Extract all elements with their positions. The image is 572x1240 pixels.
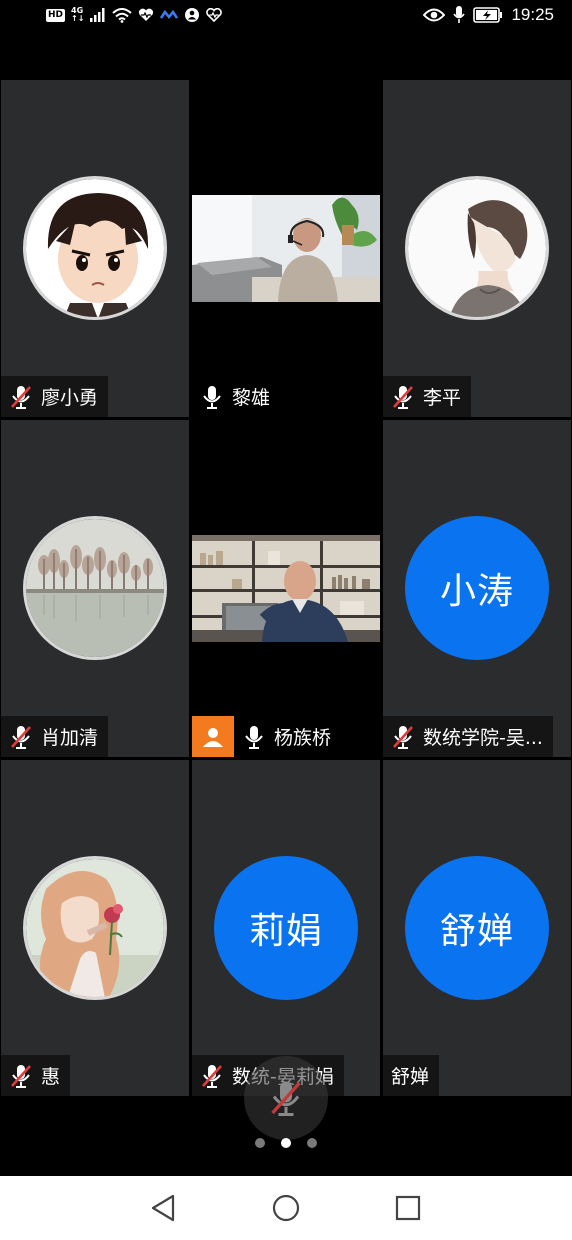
muted-microphone-icon	[393, 725, 413, 749]
battery-charging-icon	[473, 7, 503, 23]
microphone-icon	[203, 385, 221, 409]
participant-tile[interactable]: 莉娟 数统-晏莉娟	[192, 760, 380, 1096]
participant-name-label: 数统学院-吴...	[383, 716, 553, 757]
participant-name: 舒婵	[391, 1066, 430, 1088]
participant-grid: 廖小勇 黎雄 李平 肖加清 杨族桥 小涛 数统学院-吴... 惠 莉娟 舒婵 舒…	[0, 80, 572, 1097]
participant-name-label: 舒婵	[383, 1055, 440, 1096]
eye-icon	[423, 8, 446, 22]
muted-microphone-icon	[11, 725, 31, 749]
page-dot[interactable]	[255, 1138, 265, 1148]
health-heart-icon	[139, 8, 154, 21]
anime-boy-avatar	[405, 176, 549, 320]
participant-name-label: 李平	[383, 376, 472, 417]
mute-toggle-button[interactable]	[244, 1056, 328, 1140]
initials-avatar: 舒婵	[405, 856, 549, 1000]
participant-name-label: 廖小勇	[1, 376, 109, 417]
microphone-status-icon	[453, 6, 466, 23]
participant-name: 杨族桥	[274, 727, 332, 749]
muted-microphone-icon	[202, 1064, 222, 1088]
signal-icon	[90, 8, 105, 22]
back-icon[interactable]	[147, 1192, 179, 1224]
person-icon	[203, 727, 223, 747]
microphone-icon	[245, 725, 263, 749]
lake-trees-avatar	[23, 516, 167, 660]
muted-microphone-icon	[11, 1064, 31, 1088]
participant-tile[interactable]: 李平	[383, 80, 571, 417]
participant-name-label: 惠	[1, 1055, 71, 1096]
participant-tile[interactable]: 惠	[1, 760, 189, 1096]
muted-microphone-icon	[11, 385, 31, 409]
participant-tile[interactable]: 小涛 数统学院-吴...	[383, 420, 571, 757]
participant-tile[interactable]: 舒婵 舒婵	[383, 760, 571, 1096]
participant-name: 黎雄	[232, 387, 271, 409]
network-type: 4G ↑↓	[71, 6, 85, 23]
participant-name: 廖小勇	[41, 387, 99, 409]
participant-name-label: 肖加清	[1, 716, 109, 757]
muted-microphone-icon	[393, 385, 413, 409]
recent-apps-icon[interactable]	[392, 1192, 424, 1224]
clock: 19:25	[511, 5, 554, 24]
host-badge	[192, 716, 234, 757]
bald-man-bookshelf-video	[192, 535, 380, 642]
wifi-icon	[112, 7, 133, 23]
participant-name: 肖加清	[41, 727, 99, 749]
app-logo-icon	[160, 10, 179, 20]
status-bar: HD 4G ↑↓ 19:25	[0, 0, 572, 30]
initials-avatar: 小涛	[405, 516, 549, 660]
participant-name: 李平	[423, 387, 462, 409]
participant-name-label: 杨族桥	[234, 716, 341, 757]
cartoon-boy-avatar	[23, 176, 167, 320]
participant-tile[interactable]: 廖小勇	[1, 80, 189, 417]
participant-name: 数统学院-吴...	[423, 727, 543, 749]
initials-avatar: 莉娟	[214, 856, 358, 1000]
page-dot[interactable]	[307, 1138, 317, 1148]
page-indicator	[0, 1138, 572, 1148]
heart-monitor-icon	[206, 8, 223, 22]
participant-name-label: 黎雄	[192, 376, 280, 417]
system-navigation-bar	[0, 1176, 572, 1240]
home-icon[interactable]	[270, 1192, 302, 1224]
participant-tile[interactable]: 肖加清	[1, 420, 189, 757]
hd-badge: HD	[46, 8, 66, 22]
man-with-headset-video	[192, 195, 380, 302]
participant-tile[interactable]: 黎雄	[192, 80, 380, 417]
participant-name: 惠	[41, 1066, 61, 1088]
shield-user-icon	[185, 8, 200, 22]
page-dot-active[interactable]	[281, 1138, 291, 1148]
muted-microphone-icon	[271, 1081, 301, 1116]
girl-with-rose-avatar	[23, 856, 167, 1000]
participant-tile[interactable]: 杨族桥	[192, 420, 380, 757]
